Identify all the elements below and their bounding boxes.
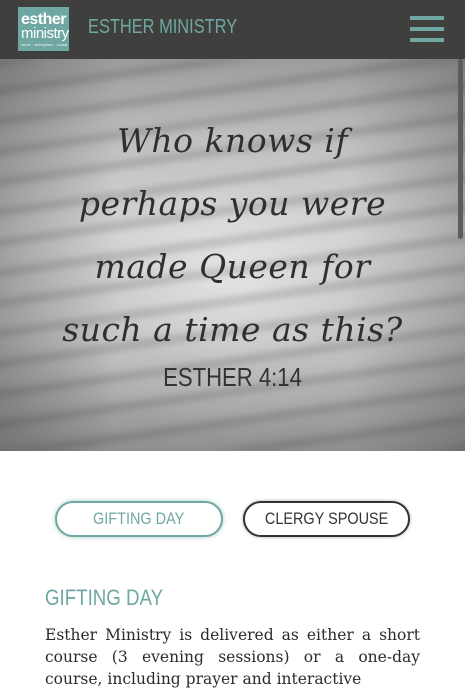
esther-ministry-logo[interactable]: esther ministry serve · strengthen · sus… [18, 7, 69, 51]
tab-label: GIFTING DAY [93, 509, 185, 528]
hamburger-menu-button[interactable] [410, 16, 444, 42]
tab-clergy-spouse[interactable]: CLERGY SPOUSE [243, 501, 410, 537]
hero-scripture-reference: ESTHER 4:14 [163, 362, 302, 392]
logo-text-ministry: ministry [21, 25, 69, 42]
tab-label: CLERGY SPOUSE [264, 509, 389, 528]
section-heading: GIFTING DAY [45, 585, 164, 610]
hamburger-icon [410, 16, 444, 20]
section-body-text: Esther Ministry is delivered as either a… [45, 626, 420, 688]
hamburger-icon [410, 27, 444, 31]
site-title[interactable]: ESTHER MINISTRY [88, 16, 237, 39]
hamburger-icon [410, 38, 444, 42]
hero-banner: Who knows if perhaps you were made Queen… [0, 59, 465, 451]
tab-gifting-day[interactable]: GIFTING DAY [55, 501, 223, 537]
top-navigation-bar: esther ministry serve · strengthen · sus… [0, 0, 465, 59]
page-scrollbar[interactable] [458, 59, 463, 239]
logo-tagline: serve · strengthen · sustain [21, 42, 67, 47]
hero-quote: Who knows if perhaps you were made Queen… [62, 121, 403, 349]
